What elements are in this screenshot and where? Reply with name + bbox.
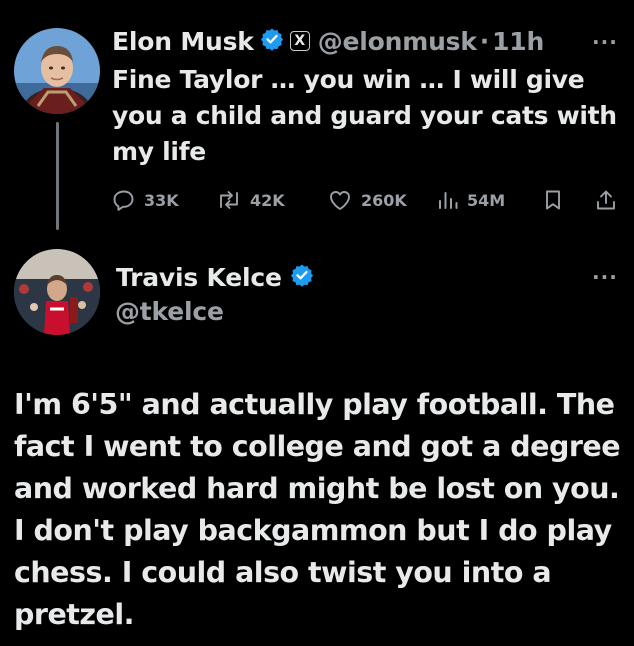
timestamp[interactable]: 11h (492, 27, 544, 56)
time-separator: · (479, 26, 490, 56)
author-handle[interactable]: @tkelce (115, 297, 224, 326)
repost-icon (220, 191, 238, 209)
more-icon[interactable]: ··· (592, 265, 618, 289)
verified-badge-icon (290, 263, 314, 291)
bookmark-icon (546, 190, 560, 210)
author-name[interactable]: Elon Musk (112, 27, 254, 56)
repost-count: 42K (250, 190, 285, 210)
tweet-actions: 33K 42K 260K 54M (112, 186, 622, 214)
author-name[interactable]: Travis Kelce (116, 263, 282, 292)
repost-button[interactable]: 42K (216, 186, 285, 214)
views-button[interactable]: 54M (437, 186, 505, 214)
like-button[interactable]: 260K (327, 186, 407, 214)
reply-icon (113, 190, 134, 211)
author-handle[interactable]: @elonmusk (318, 27, 477, 56)
tweet-text: I'm 6'5" and actually play football. The… (14, 388, 621, 631)
bookmark-button[interactable] (542, 186, 572, 214)
reply-button[interactable]: 33K (112, 186, 179, 214)
reply-count: 33K (144, 190, 179, 210)
like-count: 260K (361, 190, 407, 210)
tweet-text: Fine Taylor … you win … I will give you … (112, 65, 617, 166)
share-button[interactable] (594, 186, 626, 214)
x-logo-icon: X (289, 31, 310, 51)
tweet1-header: Elon Musk X @elonmusk · 11h (112, 24, 544, 58)
avatar-elon-musk[interactable] (14, 28, 100, 114)
more-icon[interactable]: ··· (592, 30, 618, 54)
views-icon (439, 192, 458, 209)
thread-line (56, 122, 59, 230)
share-icon (597, 190, 615, 210)
avatar-travis-kelce[interactable] (14, 249, 100, 335)
tweet2-header: Travis Kelce (116, 260, 314, 294)
verified-badge-icon (260, 27, 284, 55)
heart-icon (330, 191, 350, 210)
view-count: 54M (467, 190, 506, 210)
